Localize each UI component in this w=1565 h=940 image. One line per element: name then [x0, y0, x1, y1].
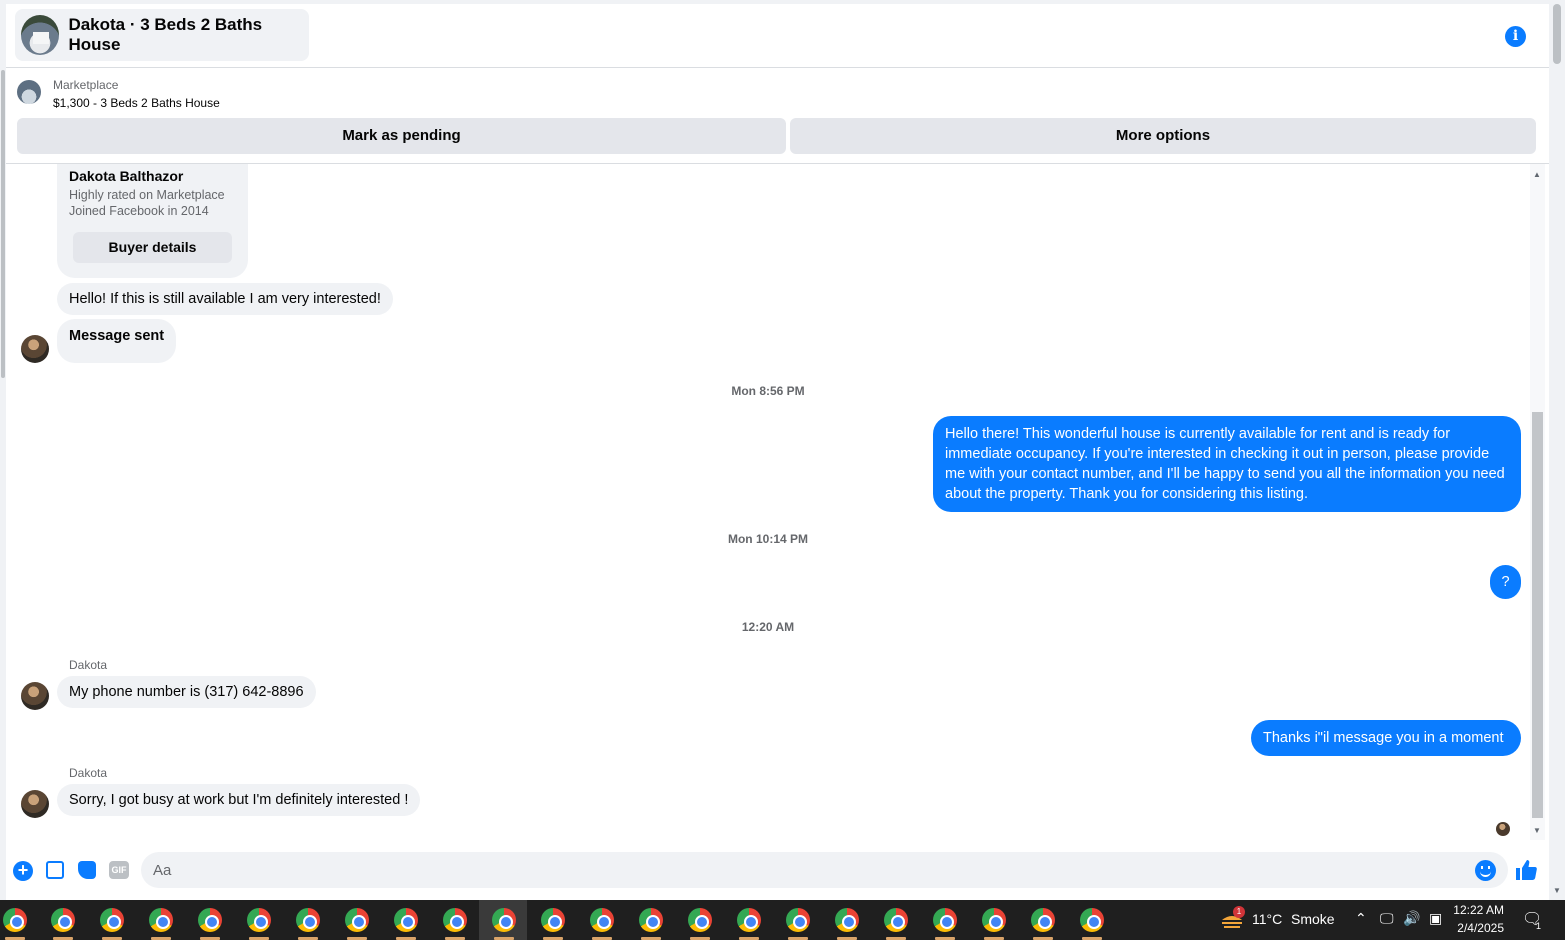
- more-options-button[interactable]: More options: [790, 118, 1536, 154]
- image-icon[interactable]: [46, 861, 64, 879]
- message-composer: + GIF: [6, 840, 1549, 900]
- chrome-taskbar-icon[interactable]: [590, 908, 614, 932]
- buyer-joined: Joined Facebook in 2014: [69, 204, 209, 218]
- mark-as-pending-button[interactable]: Mark as pending: [17, 118, 786, 154]
- thread-scroll-up-arrow[interactable]: ▲: [1533, 170, 1541, 179]
- chrome-taskbar-icon[interactable]: [982, 908, 1006, 932]
- windows-taskbar: 11°C Smoke ⌃ 🖵 🔊 ▣ 12:22 AM 2/4/2025 🗨 1: [0, 900, 1565, 940]
- chrome-taskbar-icon[interactable]: [247, 908, 271, 932]
- message-bubble-outgoing[interactable]: Thanks i"il message you in a moment: [1251, 720, 1521, 756]
- message-bubble-outgoing[interactable]: Hello there! This wonderful house is cur…: [933, 416, 1521, 512]
- weather-badge: 1: [1233, 906, 1245, 918]
- message-bubble-incoming[interactable]: Sorry, I got busy at work but I'm defini…: [57, 784, 421, 816]
- emoji-icon[interactable]: [1475, 860, 1496, 881]
- info-icon[interactable]: i: [1505, 26, 1526, 47]
- plus-icon[interactable]: +: [13, 861, 33, 881]
- thread-scrollbar-thumb[interactable]: [1532, 412, 1543, 818]
- volume-icon[interactable]: 🔊: [1403, 910, 1420, 927]
- sender-name: Dakota: [69, 766, 108, 780]
- message-bubble-incoming[interactable]: My phone number is (317) 642-8896: [57, 676, 316, 708]
- chrome-taskbar-icon[interactable]: [3, 908, 27, 932]
- chevron-up-icon[interactable]: ⌃: [1355, 910, 1367, 927]
- buyer-details-button[interactable]: Buyer details: [73, 232, 232, 263]
- page-scrollbar-thumb[interactable]: [1553, 4, 1561, 64]
- chrome-taskbar-icon[interactable]: [492, 908, 516, 932]
- timestamp: Mon 8:56 PM: [731, 384, 805, 398]
- buyer-avatar[interactable]: [21, 790, 49, 818]
- buyer-avatar[interactable]: [21, 335, 49, 363]
- thumbs-up-icon[interactable]: [1514, 858, 1538, 882]
- chrome-taskbar-icon[interactable]: [296, 908, 320, 932]
- page-scrollbar[interactable]: ▼: [1549, 0, 1565, 900]
- chrome-taskbar-icon[interactable]: [1080, 908, 1104, 932]
- message-bubble-incoming[interactable]: Hello! If this is still available I am v…: [57, 283, 393, 315]
- message-thread: Dakota Balthazor Highly rated on Marketp…: [6, 164, 1530, 840]
- chrome-taskbar-icon[interactable]: [688, 908, 712, 932]
- buyer-rating: Highly rated on Marketplace: [69, 188, 225, 202]
- chrome-taskbar-icon[interactable]: [933, 908, 957, 932]
- listing-thumbnail[interactable]: [17, 80, 41, 104]
- timestamp: 12:20 AM: [741, 620, 795, 634]
- network-icon[interactable]: 🖵: [1380, 910, 1394, 927]
- message-sent-notice: Message sent: [57, 319, 177, 363]
- listing-price-title[interactable]: $1,300 - 3 Beds 2 Baths House: [53, 96, 220, 110]
- sticker-icon[interactable]: [78, 861, 96, 879]
- left-scrollbar-thumb[interactable]: [1, 70, 5, 378]
- notification-count: 1: [1535, 921, 1541, 931]
- conversation-header: Dakota · 3 Beds 2 Baths House i: [6, 4, 1549, 68]
- chrome-taskbar-icon[interactable]: [394, 908, 418, 932]
- message-bubble-outgoing[interactable]: ?: [1490, 565, 1521, 599]
- chrome-taskbar-icon[interactable]: [345, 908, 369, 932]
- listing-avatar: [21, 15, 60, 55]
- buyer-avatar[interactable]: [21, 682, 49, 710]
- page-scroll-down-arrow[interactable]: ▼: [1553, 886, 1561, 895]
- sender-name: Dakota: [69, 658, 108, 672]
- chrome-taskbar-icon[interactable]: [198, 908, 222, 932]
- meet-icon[interactable]: ▣: [1429, 910, 1442, 927]
- buyer-profile-card: Dakota Balthazor Highly rated on Marketp…: [57, 164, 248, 278]
- chrome-taskbar-icon[interactable]: [884, 908, 908, 932]
- messenger-window: ▼ Dakota · 3 Beds 2 Baths House i Market…: [0, 0, 1565, 900]
- conversation-title: Dakota · 3 Beds 2 Baths House: [68, 15, 263, 54]
- chrome-taskbar-icon[interactable]: [100, 908, 124, 932]
- thread-scrollbar[interactable]: ▲ ▼: [1530, 164, 1545, 840]
- chrome-taskbar-icon[interactable]: [786, 908, 810, 932]
- listing-banner: Marketplace $1,300 - 3 Beds 2 Baths Hous…: [6, 68, 1549, 164]
- chrome-taskbar-icon[interactable]: [1031, 908, 1055, 932]
- weather-temperature[interactable]: 11°C: [1252, 911, 1282, 927]
- thread-scroll-down-arrow[interactable]: ▼: [1533, 826, 1541, 835]
- chrome-taskbar-icon[interactable]: [835, 908, 859, 932]
- chrome-taskbar-icon[interactable]: [541, 908, 565, 932]
- clock-date[interactable]: 2/4/2025: [1448, 921, 1504, 935]
- timestamp: Mon 10:14 PM: [727, 532, 808, 546]
- message-input[interactable]: [141, 852, 1508, 888]
- seen-indicator-avatar: [1496, 822, 1510, 836]
- weather-description[interactable]: Smoke: [1291, 911, 1335, 927]
- gif-icon[interactable]: GIF: [109, 861, 129, 879]
- clock-time[interactable]: 12:22 AM: [1448, 903, 1504, 917]
- conversation-title-button[interactable]: Dakota · 3 Beds 2 Baths House: [15, 9, 309, 61]
- listing-source: Marketplace: [53, 78, 119, 92]
- chrome-taskbar-icon[interactable]: [149, 908, 173, 932]
- buyer-name: Dakota Balthazor: [69, 168, 184, 184]
- chrome-taskbar-icon[interactable]: [639, 908, 663, 932]
- chrome-taskbar-icon[interactable]: [51, 908, 75, 932]
- chrome-taskbar-icon[interactable]: [443, 908, 467, 932]
- chrome-taskbar-icon[interactable]: [737, 908, 761, 932]
